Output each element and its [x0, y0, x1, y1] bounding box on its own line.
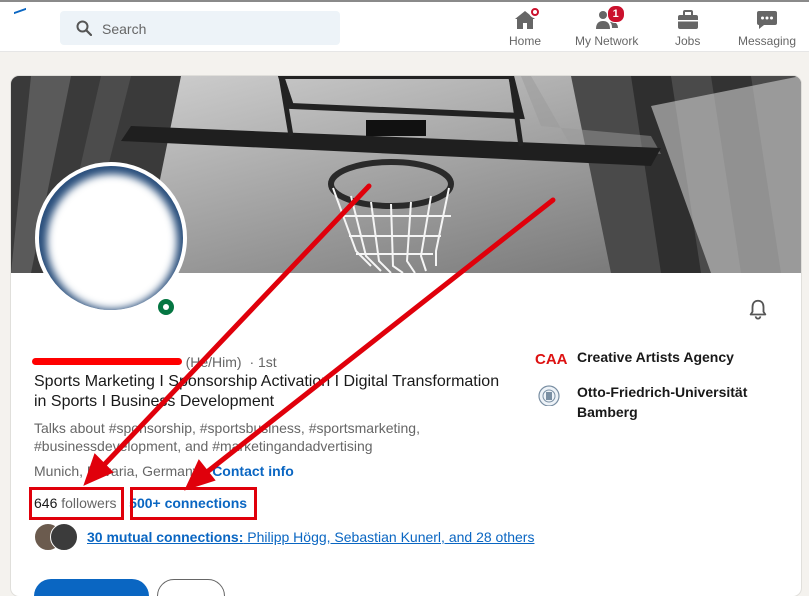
nav-jobs-label: Jobs	[675, 34, 701, 48]
nav-messaging[interactable]: Messaging	[738, 8, 796, 48]
university-seal-logo	[538, 385, 560, 406]
nav-home-label: Home	[509, 34, 542, 48]
profile-photo[interactable]	[35, 162, 187, 314]
nav-messaging-label: Messaging	[738, 34, 797, 48]
redaction-scribble	[32, 358, 182, 365]
caa-logo-text: CAA	[535, 351, 567, 368]
location-separator: ·	[199, 463, 213, 479]
school-name: Otto-Friedrich-Universität Bamberg	[577, 384, 748, 420]
mutual-connections-link[interactable]: 30 mutual connections: Philipp Högg, Seb…	[87, 529, 534, 545]
home-icon	[513, 6, 541, 32]
redacted-face	[47, 174, 177, 309]
connections-link[interactable]: 500+ connections	[129, 495, 247, 511]
mutual-connection-avatars	[34, 523, 78, 551]
profile-name-row: (He/Him) · 1st	[32, 347, 277, 370]
global-nav: Home 1 My Network Jobs	[0, 0, 809, 52]
followers-link[interactable]: 646 followers	[34, 495, 117, 511]
nav-my-network-label: My Network	[575, 34, 639, 48]
search-input[interactable]	[100, 11, 334, 47]
network-badge: 1	[606, 5, 625, 23]
messaging-icon	[755, 8, 779, 32]
profile-headline: Sports Marketing I Sponsorship Activatio…	[34, 373, 500, 410]
network-stats: 646 followers · 500+ connections	[34, 495, 247, 511]
contact-info-link[interactable]: Contact info	[212, 463, 294, 479]
online-status-indicator	[154, 295, 178, 319]
caa-logo: CAA	[535, 351, 567, 368]
profile-name-redacted	[32, 350, 182, 372]
search-bar[interactable]	[60, 11, 340, 47]
nav-my-network[interactable]: 1 My Network	[575, 5, 639, 48]
stats-separator: ·	[120, 495, 126, 511]
profile-card: (He/Him) · 1st Sports Marketing I Sponso…	[11, 76, 801, 596]
home-notification-dot	[529, 6, 541, 18]
followers-count: 646	[34, 495, 58, 511]
location-text: Munich, Bavaria, Germany	[34, 463, 200, 479]
more-button[interactable]	[157, 579, 225, 596]
location-row: Munich, Bavaria, Germany · Contact info	[34, 463, 294, 479]
company-name: Creative Artists Agency	[577, 349, 734, 365]
search-icon	[76, 20, 92, 36]
linkedin-logo[interactable]	[14, 7, 26, 23]
bell-icon[interactable]	[747, 298, 769, 320]
message-button[interactable]	[34, 579, 149, 596]
avatar	[50, 523, 78, 551]
pronouns: (He/Him)	[185, 354, 242, 370]
briefcase-icon	[676, 8, 700, 32]
connection-degree: · 1st	[249, 354, 277, 370]
followers-label: followers	[61, 495, 117, 511]
mutual-names: Philipp Högg, Sebastian Kunerl, and 28 o…	[243, 529, 535, 545]
nav-jobs[interactable]: Jobs	[675, 8, 700, 48]
talks-about: Talks about #sponsorship, #sportsbusines…	[34, 420, 420, 454]
network-icon: 1	[595, 5, 625, 32]
mutual-count: 30 mutual connections:	[87, 529, 244, 545]
nav-home[interactable]: Home	[509, 6, 542, 48]
